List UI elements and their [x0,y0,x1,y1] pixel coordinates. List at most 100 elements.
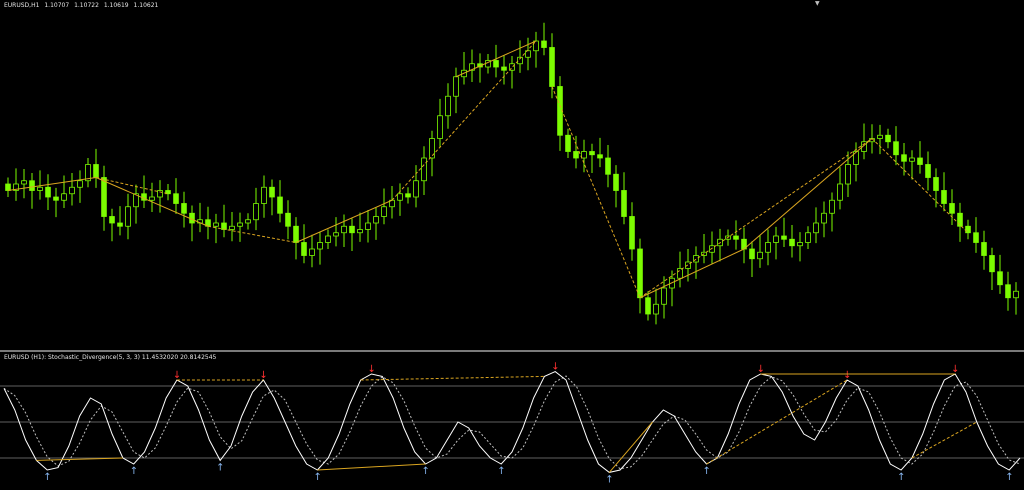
candle-body [781,235,787,240]
candle-body [541,40,547,48]
candle-body [213,222,219,227]
candle-body [45,186,51,198]
candle-body [181,203,187,214]
candle-body [101,177,107,217]
candle-body [797,242,803,247]
candle-body [5,183,11,191]
candle-body [829,199,835,214]
candle-body [605,157,611,175]
up-arrow-icon: ↑ [130,466,138,477]
candle-body [397,193,403,201]
up-arrow-icon: ↑ [1005,472,1013,483]
candlestick-chart [5,22,1019,325]
candle-body [293,225,299,243]
candle-body [749,248,755,260]
candle-body [813,222,819,234]
candle-body [1005,284,1011,299]
candle-body [365,222,371,230]
candle-body [637,248,643,299]
candle-body [445,95,451,117]
divergence-trendline [639,138,873,299]
up-arrow-icon: ↑ [703,466,711,477]
candle-body [573,151,579,159]
candle-body [549,47,555,87]
up-arrow-icon: ↑ [216,462,224,473]
candle-body [373,216,379,224]
candle-body [589,151,595,156]
candle-body [77,180,83,188]
candle-body [733,235,739,240]
stochastic-signal-line [3,375,1021,470]
candle-body [413,180,419,198]
stochastic-panel[interactable]: EURUSD (H1): Stochastic_Divergence(5, 3,… [0,352,1024,490]
up-arrow-icon: ↑ [313,472,321,483]
down-arrow-icon: ↓ [551,362,559,373]
candle-body [381,206,387,217]
candle-body [149,196,155,201]
candle-body [885,134,891,143]
down-arrow-icon: ↓ [173,370,181,381]
candle-body [661,287,667,305]
candle-body [325,235,331,243]
up-arrow-icon: ↑ [422,466,430,477]
candle-body [877,134,883,139]
candle-body [317,242,323,250]
candle-body [909,157,915,162]
candle-body [581,151,587,159]
up-arrow-icon: ↑ [605,474,613,485]
candle-body [429,138,435,159]
candle-body [821,212,827,224]
candle-body [941,190,947,204]
candle-body [973,232,979,243]
candle-body [805,232,811,243]
divergence-line [608,421,653,473]
candle-body [765,242,771,253]
candle-body [229,225,235,230]
candle-body [1013,290,1019,299]
candle-body [245,219,251,224]
candle-body [109,216,115,224]
candle-body [405,193,411,198]
candle-body [845,164,851,185]
main-price-panel[interactable]: EURUSD,H1 1.10707 1.10722 1.10619 1.1062… [0,0,1024,350]
candle-body [301,242,307,256]
up-arrow-icon: ↑ [897,472,905,483]
candle-body [333,232,339,237]
down-arrow-icon: ↓ [757,364,765,375]
candle-body [309,248,315,256]
candle-body [269,186,275,198]
divergence-line [317,463,426,471]
candle-body [565,134,571,152]
candle-body [37,186,43,191]
candle-body [837,183,843,201]
candle-body [421,157,427,182]
divergence-trendline [95,177,169,195]
candle-body [61,193,67,201]
stochastic-chart: ↑ ↑ ↓ ↑ ↓ ↑ ↓ ↑ ↑ ↓ ↑ ↑ ↓ ↓ ↑ ↓ ↑ [0,362,1024,485]
candle-body [53,196,59,201]
candle-body [125,206,131,227]
divergence-trendline [551,86,641,298]
candle-body [357,229,363,234]
candle-body [237,222,243,227]
candle-body [93,164,99,178]
candle-body [997,271,1003,286]
divergence-line [911,421,978,459]
candle-body [221,222,227,230]
candle-body [277,196,283,214]
candle-body [949,203,955,214]
up-arrow-icon: ↑ [497,466,505,477]
candle-body [917,157,923,165]
candle-body [757,251,763,260]
divergence-trendline [639,248,745,299]
candle-body [645,297,651,315]
candle-body [773,235,779,243]
candle-body [453,76,459,97]
divergence-trendline [207,225,297,243]
candle-body [677,268,683,279]
candle-body [933,177,939,191]
candle-body [653,303,659,315]
candle-body [173,193,179,204]
candle-body [253,203,259,221]
candle-body [21,180,27,185]
